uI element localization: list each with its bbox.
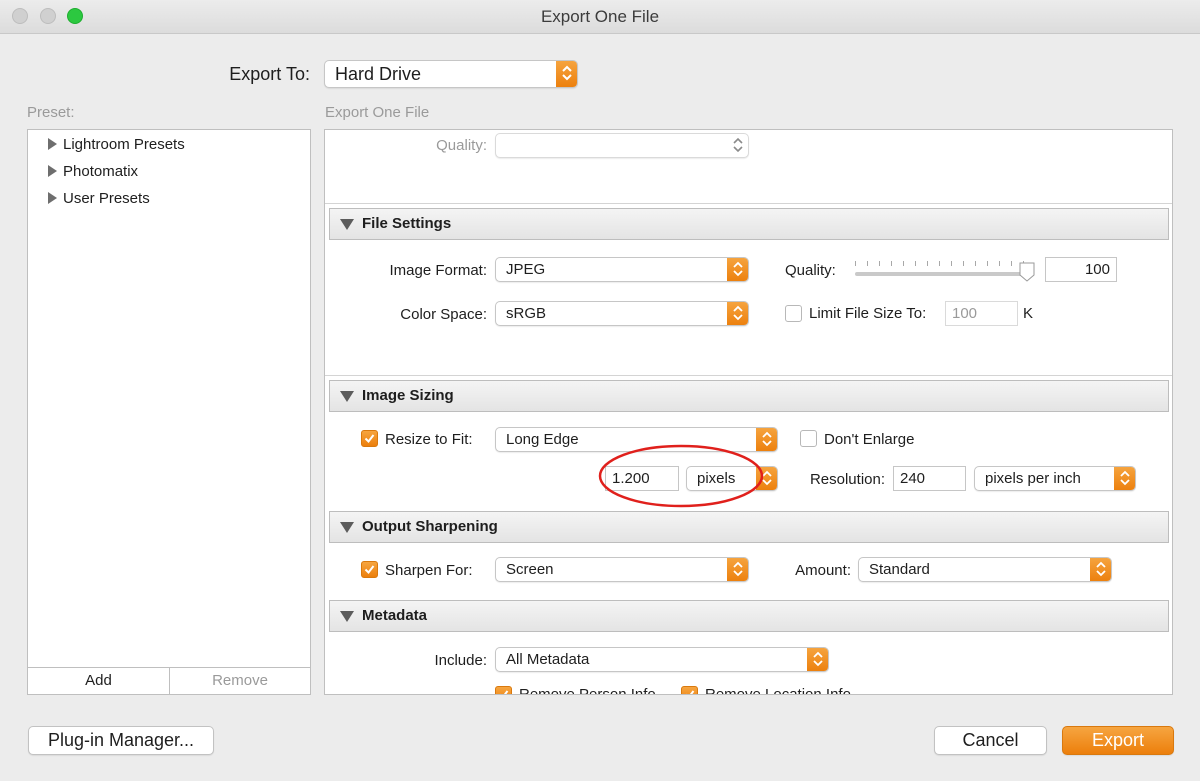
select-arrows-icon — [807, 648, 828, 671]
file-settings-header[interactable]: File Settings — [329, 208, 1169, 240]
divider — [325, 203, 1172, 204]
quality-slider-ticks — [855, 261, 1024, 266]
select-arrows-icon — [727, 258, 748, 281]
resize-to-fit-checkbox[interactable] — [361, 430, 378, 447]
disclosure-right-icon — [48, 138, 57, 150]
title-bar: Export One File — [0, 0, 1200, 34]
export-button[interactable]: Export — [1062, 726, 1174, 755]
preset-item-lightroom[interactable]: Lightroom Presets — [48, 136, 185, 153]
cancel-button[interactable]: Cancel — [934, 726, 1047, 755]
select-arrows-icon — [1114, 467, 1135, 490]
limit-file-size-checkbox[interactable] — [785, 305, 802, 322]
resolution-label: Resolution: — [809, 471, 885, 488]
limit-file-size-input[interactable]: 100 — [945, 301, 1018, 326]
disclosure-right-icon — [48, 165, 57, 177]
image-format-label: Image Format: — [389, 262, 487, 279]
limit-file-size-label: Limit File Size To: — [809, 305, 927, 322]
remove-person-checkbox[interactable] — [495, 686, 512, 694]
disclosure-down-icon — [340, 391, 354, 402]
amount-select[interactable]: Standard — [858, 557, 1112, 582]
color-space-label: Color Space: — [400, 306, 487, 323]
disclosure-down-icon — [340, 522, 354, 533]
resolution-unit-select[interactable]: pixels per inch — [974, 466, 1136, 491]
checkmark-icon — [500, 690, 509, 694]
disclosure-right-icon — [48, 192, 57, 204]
top-quality-label: Quality: — [436, 137, 487, 154]
sharpen-for-select[interactable]: Screen — [495, 557, 749, 582]
remove-preset-button[interactable]: Remove — [169, 667, 311, 695]
remove-location-checkbox[interactable] — [681, 686, 698, 694]
include-select[interactable]: All Metadata — [495, 647, 829, 672]
sharpen-for-checkbox[interactable] — [361, 561, 378, 578]
output-sharpening-header[interactable]: Output Sharpening — [329, 511, 1169, 543]
top-quality-select[interactable] — [495, 133, 749, 158]
checkmark-icon — [686, 690, 695, 694]
image-format-select[interactable]: JPEG — [495, 257, 749, 282]
disclosure-down-icon — [340, 611, 354, 622]
limit-file-size-unit: K — [1023, 305, 1034, 322]
plugin-manager-button[interactable]: Plug-in Manager... — [28, 726, 214, 755]
select-arrows-icon — [727, 558, 748, 581]
include-label: Include: — [434, 652, 487, 669]
amount-label: Amount: — [795, 562, 851, 579]
disclosure-down-icon — [340, 219, 354, 230]
select-arrows-icon — [1090, 558, 1111, 581]
metadata-header[interactable]: Metadata — [329, 600, 1169, 632]
export-settings-panel: Quality: File Settings Image Format: JPE… — [324, 129, 1173, 695]
dont-enlarge-label: Don't Enlarge — [824, 431, 915, 448]
dont-enlarge-checkbox[interactable] — [800, 430, 817, 447]
preset-list: Lightroom Presets Photomatix User Preset… — [27, 129, 311, 695]
remove-person-label: Remove Person Info — [519, 686, 656, 695]
select-arrows-icon — [727, 134, 748, 157]
checkmark-icon — [364, 565, 375, 575]
resize-to-fit-label: Resize to Fit: — [385, 431, 473, 448]
resolution-input[interactable]: 240 — [893, 466, 966, 491]
select-arrows-icon — [556, 61, 577, 87]
image-sizing-header[interactable]: Image Sizing — [329, 380, 1169, 412]
remove-location-label: Remove Location Info — [705, 686, 851, 695]
select-arrows-icon — [727, 302, 748, 325]
color-space-select[interactable]: sRGB — [495, 301, 749, 326]
sharpen-for-label: Sharpen For: — [385, 562, 473, 579]
main-header: Export One File — [325, 104, 430, 121]
quality-label: Quality: — [785, 262, 836, 279]
quality-slider[interactable] — [855, 272, 1029, 276]
preset-item-user[interactable]: User Presets — [48, 190, 150, 207]
export-to-select[interactable]: Hard Drive — [324, 60, 578, 88]
annotation-ellipse — [598, 444, 764, 508]
checkmark-icon — [364, 434, 375, 444]
quality-slider-thumb[interactable] — [1019, 262, 1035, 282]
add-preset-button[interactable]: Add — [27, 667, 170, 695]
export-to-label: Export To: — [229, 64, 310, 84]
preset-label: Preset: — [27, 104, 75, 121]
divider — [325, 375, 1172, 376]
preset-item-photomatix[interactable]: Photomatix — [48, 163, 138, 180]
quality-input[interactable]: 100 — [1045, 257, 1117, 282]
export-to-value: Hard Drive — [335, 64, 422, 84]
window-title: Export One File — [540, 7, 660, 26]
